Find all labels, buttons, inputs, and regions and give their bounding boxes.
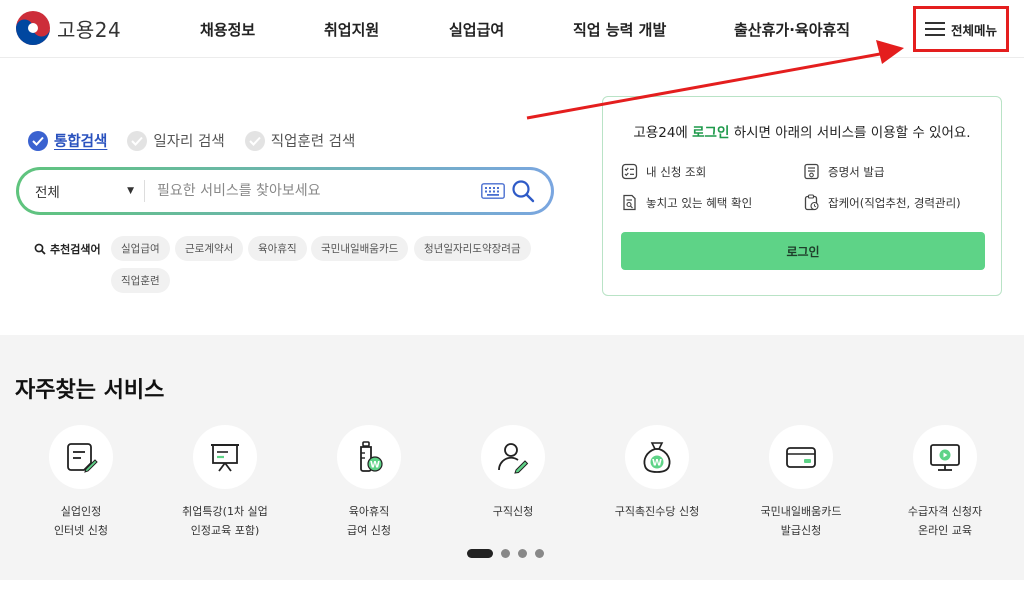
section-title: 자주찾는 서비스 bbox=[15, 378, 165, 403]
service-parental-leave-benefit[interactable]: W 육아휴직 급여 신청 bbox=[299, 425, 439, 540]
check-circle-icon bbox=[244, 130, 265, 151]
svg-text:W: W bbox=[652, 459, 662, 469]
full-menu-button[interactable]: 전체메뉴 bbox=[913, 6, 1009, 52]
check-circle-icon bbox=[28, 130, 48, 151]
certificate-icon bbox=[804, 163, 819, 180]
money-bag-won-icon: W bbox=[643, 442, 671, 473]
keyword-chip[interactable]: 국민내일배움카드 bbox=[311, 236, 409, 261]
carousel-dot[interactable] bbox=[535, 549, 544, 558]
keyboard-icon[interactable] bbox=[481, 183, 505, 199]
top-header: 고용24 채용정보 취업지원 실업급여 직업 능력 개발 출산휴가·육아휴직 전… bbox=[0, 0, 1024, 58]
clipboard-clock-icon bbox=[804, 194, 819, 211]
credit-card-icon bbox=[786, 447, 816, 468]
monitor-play-icon bbox=[930, 444, 960, 471]
search-scope-value: 전체 bbox=[35, 185, 60, 201]
search-scope-select[interactable]: 전체 ▼ bbox=[19, 181, 144, 201]
keyword-chip[interactable]: 근로계약서 bbox=[175, 236, 244, 261]
tab-label: 통합검색 bbox=[54, 134, 108, 150]
service-job-seeker-registration[interactable]: 구직신청 bbox=[443, 425, 583, 521]
nav-employment-support[interactable]: 취업지원 bbox=[324, 19, 379, 40]
search-icon bbox=[34, 243, 46, 255]
service-label: 취업특강(1차 실업 인정교육 포함) bbox=[182, 505, 268, 537]
service-label: 국민내일배움카드 발급신청 bbox=[760, 505, 842, 537]
nav-maternity-parental-leave[interactable]: 출산휴가·육아휴직 bbox=[734, 19, 850, 40]
nav-job-info[interactable]: 채용정보 bbox=[200, 19, 255, 40]
nav-job-skill-development[interactable]: 직업 능력 개발 bbox=[573, 19, 666, 40]
document-pen-icon bbox=[67, 443, 98, 473]
recommended-keywords-label: 추천검색어 bbox=[34, 241, 101, 257]
login-card-title: 고용24에 로그인 하시면 아래의 서비스를 이용할 수 있어요. bbox=[633, 125, 971, 141]
search-tabs: 통합검색 일자리 검색 직업훈련 검색 bbox=[28, 130, 355, 151]
carousel-dot-active[interactable] bbox=[467, 549, 493, 558]
search-icon[interactable] bbox=[511, 179, 535, 203]
caret-down-icon: ▼ bbox=[127, 186, 134, 196]
keyword-chip[interactable]: 청년일자리도약장려금 bbox=[414, 236, 531, 261]
keyword-chip[interactable]: 실업급여 bbox=[111, 236, 170, 261]
frequent-services-section: 자주찾는 서비스 실업인정 인터넷 신청 취업특강(1차 실업 인정교육 포함)… bbox=[0, 335, 1024, 580]
service-job-promotion-allowance[interactable]: W 구직촉진수당 신청 bbox=[587, 425, 727, 521]
link-jobcare[interactable]: 잡케어(직업추천, 경력관리) bbox=[803, 194, 961, 211]
login-button[interactable]: 로그인 bbox=[621, 232, 985, 270]
keyword-chip[interactable]: 직업훈련 bbox=[111, 268, 170, 293]
carousel-dot[interactable] bbox=[501, 549, 510, 558]
document-search-icon bbox=[623, 194, 636, 211]
tab-label: 일자리 검색 bbox=[153, 134, 225, 150]
baby-bottle-won-icon: W bbox=[360, 441, 383, 472]
link-my-applications[interactable]: 내 신청 조회 bbox=[621, 163, 706, 180]
login-card: 고용24에 로그인 하시면 아래의 서비스를 이용할 수 있어요. 내 신청 조… bbox=[602, 96, 1002, 296]
link-missed-benefits[interactable]: 놓치고 있는 혜택 확인 bbox=[621, 194, 752, 211]
tab-training-search[interactable]: 직업훈련 검색 bbox=[244, 130, 356, 151]
tab-label: 직업훈련 검색 bbox=[270, 134, 356, 150]
service-employment-lecture[interactable]: 취업특강(1차 실업 인정교육 포함) bbox=[155, 425, 295, 540]
keyword-chip[interactable]: 육아휴직 bbox=[248, 236, 307, 261]
presentation-board-icon bbox=[211, 444, 239, 472]
checklist-icon bbox=[621, 163, 638, 180]
check-circle-icon bbox=[127, 130, 148, 151]
logo-text: 고용24 bbox=[57, 17, 122, 42]
full-menu-label: 전체메뉴 bbox=[950, 22, 997, 38]
svg-text:W: W bbox=[370, 461, 380, 471]
service-label: 수급자격 신청자 온라인 교육 bbox=[907, 505, 983, 537]
nav-unemployment-benefit[interactable]: 실업급여 bbox=[449, 19, 504, 40]
service-label: 육아휴직 급여 신청 bbox=[347, 505, 391, 537]
tab-integrated-search[interactable]: 통합검색 bbox=[28, 130, 107, 151]
carousel-dot[interactable] bbox=[518, 549, 527, 558]
service-label: 실업인정 인터넷 신청 bbox=[53, 505, 109, 537]
service-label: 구직촉진수당 신청 bbox=[614, 505, 700, 518]
service-unemployment-recognition[interactable]: 실업인정 인터넷 신청 bbox=[11, 425, 151, 540]
page: 고용24 채용정보 취업지원 실업급여 직업 능력 개발 출산휴가·육아휴직 전… bbox=[0, 0, 1024, 596]
search-input[interactable] bbox=[145, 183, 481, 199]
person-pen-icon bbox=[498, 443, 529, 474]
carousel-pagination bbox=[467, 549, 544, 558]
hamburger-icon bbox=[924, 22, 945, 36]
service-learning-card-issue[interactable]: 국민내일배움카드 발급신청 bbox=[731, 425, 871, 540]
taegeuk-logo-icon bbox=[16, 11, 50, 45]
search-bar: 전체 ▼ bbox=[16, 167, 554, 215]
link-certificate-issue[interactable]: 증명서 발급 bbox=[803, 163, 885, 180]
service-online-education[interactable]: 수급자격 신청자 온라인 교육 bbox=[875, 425, 1015, 540]
tab-job-search[interactable]: 일자리 검색 bbox=[127, 130, 225, 151]
service-label: 구직신청 bbox=[492, 505, 534, 518]
home-logo[interactable]: 고용24 bbox=[15, 10, 121, 46]
